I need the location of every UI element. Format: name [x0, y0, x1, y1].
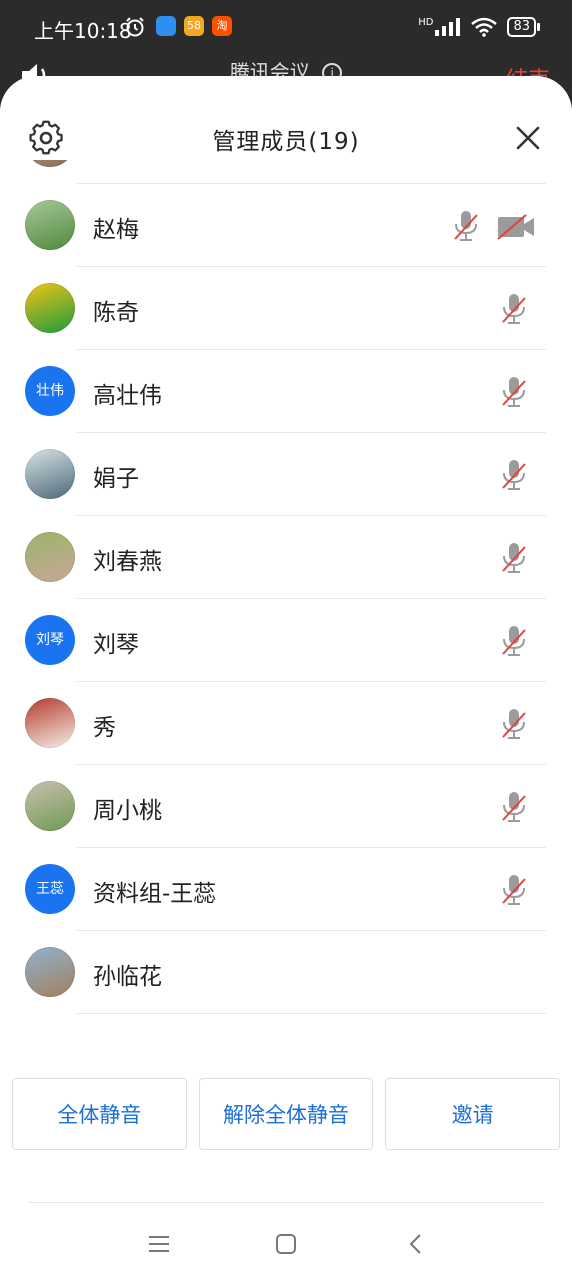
avatar	[25, 200, 75, 250]
avatar: 壮伟	[25, 366, 75, 416]
mic-muted-icon[interactable]	[500, 292, 528, 326]
signal-icon	[435, 18, 461, 36]
member-name: 刘春燕	[93, 549, 162, 575]
avatar	[25, 449, 75, 499]
camera-off-icon[interactable]	[496, 213, 536, 241]
mic-muted-icon[interactable]	[500, 790, 528, 824]
mic-muted-icon[interactable]	[500, 873, 528, 907]
network-label: HD	[418, 16, 434, 28]
member-name: 娟子	[93, 466, 139, 492]
battery-indicator: 83	[507, 17, 540, 37]
member-row[interactable]: 王蕊 资料组-王蕊	[0, 848, 572, 931]
avatar	[25, 532, 75, 582]
member-row[interactable]: 娟子	[0, 433, 572, 516]
member-row[interactable]: 周小桃	[0, 765, 572, 848]
avatar	[25, 698, 75, 748]
action-bar: 全体静音 解除全体静音 邀请	[12, 1078, 561, 1150]
mic-muted-icon[interactable]	[500, 707, 528, 741]
mic-muted-icon[interactable]	[500, 541, 528, 575]
member-name: 资料组-王蕊	[93, 881, 217, 907]
mic-muted-icon[interactable]	[452, 209, 480, 243]
avatar: 刘琴	[25, 615, 75, 665]
member-name: 孙临花	[93, 964, 162, 990]
app-icon-58: 58	[184, 16, 204, 36]
system-nav-bar	[0, 1226, 572, 1262]
wifi-icon	[471, 17, 498, 37]
app-icon-taobao: 淘	[212, 16, 232, 36]
member-row[interactable]: 张绍涓	[0, 160, 572, 184]
avatar	[25, 283, 75, 333]
avatar: 王蕊	[25, 864, 75, 914]
manage-members-sheet: 管理成员(19) 张绍涓赵梅陈奇壮伟高壮伟娟子刘春燕刘琴刘琴秀周小桃王蕊资料组-…	[0, 76, 572, 1280]
member-row[interactable]: 刘琴 刘琴	[0, 599, 572, 682]
status-time: 上午10:18	[34, 19, 132, 43]
sheet-title: 管理成员(19)	[212, 129, 360, 155]
invite-button[interactable]: 邀请	[385, 1078, 561, 1150]
member-name: 高壮伟	[93, 383, 162, 409]
member-row[interactable]: 陈奇	[0, 267, 572, 350]
home-icon[interactable]	[272, 1230, 300, 1258]
member-name: 刘琴	[93, 632, 139, 658]
bottom-divider	[28, 1202, 544, 1203]
avatar	[25, 947, 75, 997]
menu-icon[interactable]	[145, 1230, 173, 1258]
member-row[interactable]: 孙临花	[0, 931, 572, 1014]
member-row[interactable]: 秀	[0, 682, 572, 765]
close-icon[interactable]	[514, 124, 542, 152]
back-icon[interactable]	[402, 1230, 430, 1258]
row-divider	[76, 1013, 546, 1014]
member-name: 赵梅	[93, 217, 139, 243]
avatar	[25, 160, 75, 167]
status-bar: 上午10:18 58 淘 HD 83	[0, 0, 572, 56]
member-name: 秀	[93, 715, 116, 741]
member-row[interactable]: 壮伟 高壮伟	[0, 350, 572, 433]
alarm-icon	[126, 17, 144, 37]
member-row[interactable]: 赵梅	[0, 184, 572, 267]
member-name: 周小桃	[93, 798, 162, 824]
mic-muted-icon[interactable]	[500, 624, 528, 658]
member-name: 陈奇	[93, 300, 139, 326]
avatar	[25, 781, 75, 831]
member-list[interactable]: 张绍涓赵梅陈奇壮伟高壮伟娟子刘春燕刘琴刘琴秀周小桃王蕊资料组-王蕊孙临花	[0, 160, 572, 1053]
app-icon-blue	[156, 16, 176, 36]
member-name: 张绍涓	[93, 160, 162, 161]
unmute-all-button[interactable]: 解除全体静音	[198, 1078, 374, 1150]
sheet-header: 管理成员(19)	[0, 76, 572, 160]
mute-all-button[interactable]: 全体静音	[12, 1078, 187, 1150]
member-row[interactable]: 刘春燕	[0, 516, 572, 599]
mic-muted-icon[interactable]	[500, 375, 528, 409]
mic-muted-icon[interactable]	[500, 458, 528, 492]
